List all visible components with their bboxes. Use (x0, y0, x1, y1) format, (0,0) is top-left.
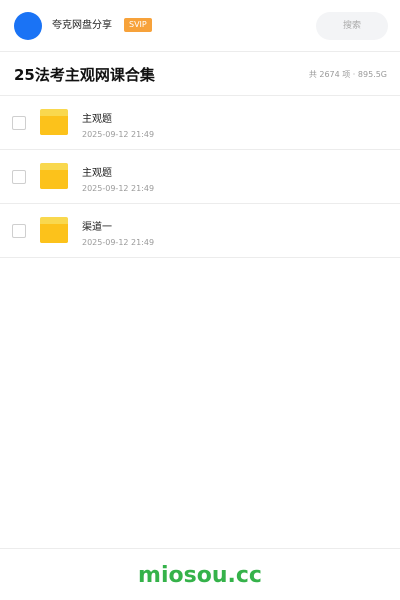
username: 夸克网盘分享 (52, 20, 112, 31)
list-item[interactable]: 主观题 2025-09-12 21:49 (0, 96, 400, 150)
folder-icon (40, 109, 68, 135)
folder-icon (40, 217, 68, 243)
file-date: 2025-09-12 21:49 (82, 184, 155, 193)
list-item[interactable]: 主观题 2025-09-12 21:49 (0, 150, 400, 204)
select-checkbox[interactable] (12, 224, 26, 238)
svip-badge: SVIP (124, 18, 152, 32)
select-checkbox[interactable] (12, 116, 26, 130)
file-name[interactable]: 渠道一 (82, 221, 112, 235)
folder-icon (40, 163, 68, 189)
avatar[interactable] (14, 12, 42, 40)
search-button[interactable]: 搜索 (316, 12, 388, 40)
share-header: 25法考主观网课合集 共 2674 项 · 895.5G (0, 52, 400, 96)
share-stats: 共 2674 项 · 895.5G (308, 70, 387, 79)
file-list: 主观题 2025-09-12 21:49 主观题 2025-09-12 21:4… (0, 96, 400, 258)
footer: miosou.cc (0, 548, 400, 600)
top-bar: 夸克网盘分享 SVIP 搜索 (0, 0, 400, 52)
file-name[interactable]: 主观题 (82, 113, 112, 127)
list-item[interactable]: 渠道一 2025-09-12 21:49 (0, 204, 400, 258)
file-date: 2025-09-12 21:49 (82, 130, 155, 139)
page-title: 25法考主观网课合集 (14, 66, 155, 84)
file-name[interactable]: 主观题 (82, 167, 112, 181)
brand-watermark: miosou.cc (138, 563, 262, 588)
select-checkbox[interactable] (12, 170, 26, 184)
file-date: 2025-09-12 21:49 (82, 238, 155, 247)
